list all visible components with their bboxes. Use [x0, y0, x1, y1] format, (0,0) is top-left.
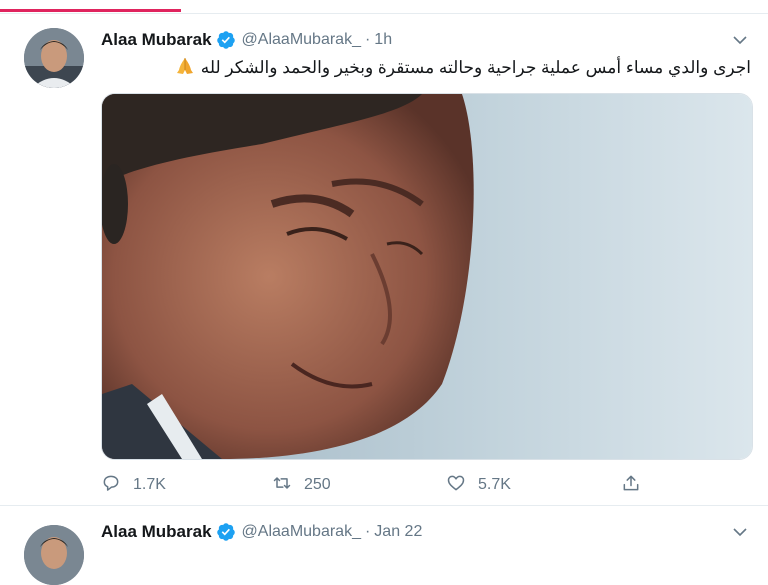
avatar[interactable] [24, 28, 84, 88]
author-handle[interactable]: @AlaaMubarak_ [242, 523, 361, 541]
separator-dot: · [364, 31, 371, 48]
tweet[interactable]: Alaa Mubarak @AlaaMubarak_ · Jan 22 [0, 505, 768, 585]
like-icon [446, 473, 466, 498]
like-button[interactable]: 5.7K [446, 472, 511, 498]
tweet-header: Alaa Mubarak @AlaaMubarak_ · Jan 22 [101, 521, 422, 543]
tweet-text-content: اجرى والدي مساء أمس عملية جراحية وحالته … [200, 58, 751, 77]
tweet[interactable]: Alaa Mubarak @AlaaMubarak_ · 1h اجرى وال… [0, 14, 768, 504]
author-handle[interactable]: @AlaaMubarak_ [242, 31, 361, 49]
author-name[interactable]: Alaa Mubarak [101, 30, 212, 50]
reply-count: 1.7K [133, 476, 166, 493]
tweet-actions: 1.7K 250 5.7K [101, 472, 661, 498]
avatar[interactable] [24, 525, 84, 585]
folded-hands-icon [174, 56, 196, 76]
verified-icon [216, 522, 236, 542]
chevron-down-icon[interactable] [732, 32, 748, 48]
retweet-button[interactable]: 250 [272, 472, 331, 498]
share-icon [621, 473, 641, 498]
tweet-timestamp[interactable]: 1h [374, 31, 392, 49]
author-name[interactable]: Alaa Mubarak [101, 522, 212, 542]
share-button[interactable] [621, 472, 641, 498]
tweet-header: Alaa Mubarak @AlaaMubarak_ · 1h [101, 29, 392, 51]
active-tab-indicator [0, 9, 181, 12]
separator-dot: · [364, 523, 371, 540]
tweet-photo[interactable] [101, 93, 753, 460]
verified-icon [216, 30, 236, 50]
reply-icon [101, 473, 121, 498]
tweet-text: اجرى والدي مساء أمس عملية جراحية وحالته … [101, 56, 751, 80]
retweet-icon [272, 473, 292, 498]
reply-button[interactable]: 1.7K [101, 472, 166, 498]
retweet-count: 250 [304, 476, 331, 493]
tweet-timestamp[interactable]: Jan 22 [374, 523, 422, 541]
like-count: 5.7K [478, 476, 511, 493]
